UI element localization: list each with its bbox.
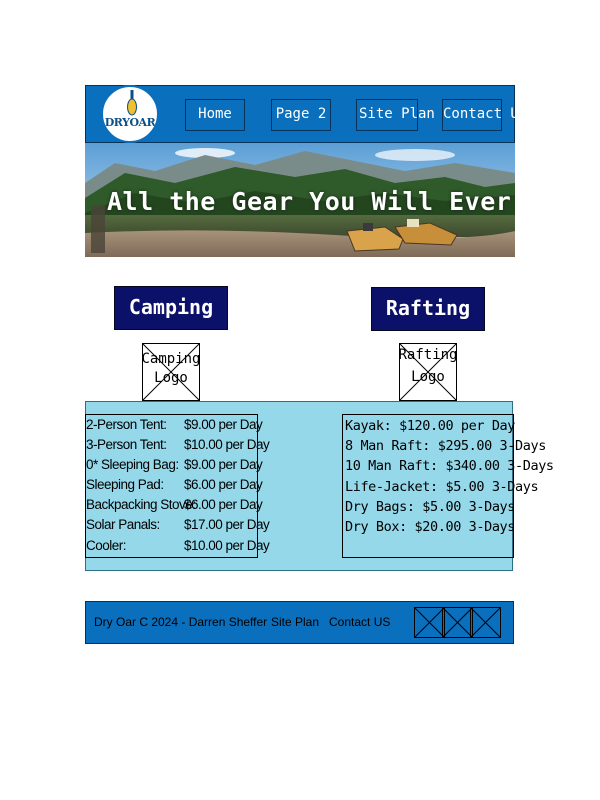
item-price: $17.00 per Day: [184, 517, 270, 532]
social-icon-placeholder-2[interactable]: [442, 607, 473, 638]
nav-home[interactable]: Home: [185, 99, 245, 131]
hero-title: All the Gear You Will Ever: [107, 187, 512, 216]
list-item: Dry Bags: $5.00 3-Days: [345, 499, 516, 515]
list-item: 8 Man Raft: $295.00 3-Days: [345, 438, 546, 454]
item-price: $9.00 per Day: [184, 417, 263, 432]
item-price: $10.00 per Day: [184, 538, 270, 553]
rafting-logo-placeholder: Rafting Logo: [398, 343, 458, 401]
paddle-icon: [127, 90, 137, 116]
nav-site-plan[interactable]: Site Plan: [356, 99, 435, 131]
item-name: 2-Person Tent:: [86, 417, 167, 432]
item-name: Cooler:: [86, 538, 127, 553]
item-price: $6.00 per Day: [184, 477, 263, 492]
footer-site-plan-link[interactable]: Site Plan: [271, 615, 319, 629]
camping-button[interactable]: Camping: [114, 286, 228, 330]
hero-banner: All the Gear You Will Ever: [85, 143, 515, 257]
footer-contact-link[interactable]: Contact US: [329, 615, 390, 629]
social-icon-placeholder-3[interactable]: [470, 607, 501, 638]
dry-oar-logo[interactable]: DRYOAR: [101, 85, 159, 143]
item-name: Sleeping Pad:: [86, 477, 164, 492]
item-name: 0* Sleeping Bag:: [86, 457, 179, 472]
item-name: Backpacking Stove:: [86, 497, 196, 512]
list-item: Life-Jacket: $5.00 3-Days: [345, 479, 539, 495]
social-icon-placeholder-1[interactable]: [414, 607, 445, 638]
camping-price-list: 2-Person Tent: $9.00 per Day 3-Person Te…: [85, 414, 270, 558]
camping-logo-label-line2: Logo: [154, 370, 188, 386]
item-name: Solar Panals:: [86, 517, 160, 532]
camping-logo-label-line1: Camping: [141, 351, 201, 367]
footer-copyright: Dry Oar C 2024 - Darren Sheffer: [94, 615, 268, 629]
logo-text: DRYOAR: [104, 116, 156, 129]
item-price: $6.00 per Day: [184, 497, 263, 512]
camping-logo-placeholder: Camping Logo: [141, 343, 201, 401]
list-item: Kayak: $120.00 per Day: [345, 418, 516, 434]
item-name: 3-Person Tent:: [86, 437, 167, 452]
rafting-logo-label-line1: Rafting: [398, 347, 458, 363]
item-price: $9.00 per Day: [184, 457, 263, 472]
nav-page-2[interactable]: Page 2: [271, 99, 331, 131]
item-price: $10.00 per Day: [184, 437, 270, 452]
rafting-price-list: Kayak: $120.00 per Day 8 Man Raft: $295.…: [342, 414, 554, 558]
list-item: Dry Box: $20.00 3-Days: [345, 519, 516, 535]
nav-contact-us[interactable]: Contact Us: [442, 99, 527, 131]
rafting-logo-label-line2: Logo: [411, 369, 445, 385]
list-item: 10 Man Raft: $340.00 3-Days: [345, 458, 554, 474]
rafting-button[interactable]: Rafting: [371, 287, 485, 331]
